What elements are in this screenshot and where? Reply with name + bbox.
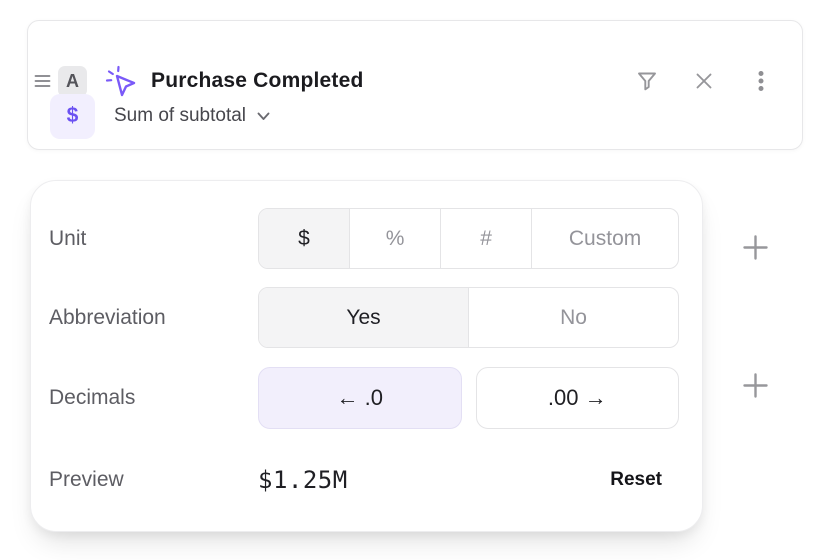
metric-symbol-badge: $	[50, 94, 95, 139]
metric-dropdown[interactable]: Sum of subtotal	[114, 105, 270, 127]
decimals-label: Decimals	[49, 386, 258, 410]
unit-label: Unit	[49, 227, 258, 251]
unit-option-number[interactable]: #	[440, 209, 531, 268]
abbreviation-segmented-control: Yes No	[258, 287, 679, 348]
unit-option-percent[interactable]: %	[349, 209, 440, 268]
event-actions	[634, 68, 774, 94]
decimals-decrease-button[interactable]: ← .0	[258, 367, 462, 429]
abbreviation-label: Abbreviation	[49, 306, 258, 330]
plus-icon	[742, 372, 769, 399]
filter-icon[interactable]	[634, 68, 660, 94]
screen: A Purchase Completed	[0, 0, 826, 560]
reset-button[interactable]: Reset	[610, 469, 662, 491]
decimals-row: Decimals ← .0 .00 →	[49, 367, 679, 429]
event-metric-row: $ Sum of subtotal	[50, 93, 270, 139]
close-icon[interactable]	[691, 68, 717, 94]
unit-option-custom[interactable]: Custom	[531, 209, 678, 268]
plus-icon	[742, 234, 769, 261]
kebab-menu-icon[interactable]	[748, 68, 774, 94]
preview-row: Preview $1.25M Reset	[49, 449, 679, 511]
drag-handle-icon[interactable]	[34, 73, 51, 89]
preview-label: Preview	[49, 468, 258, 492]
format-panel: Unit $ % # Custom Abbreviation Yes No De…	[30, 180, 703, 532]
decimals-increase-button[interactable]: .00 →	[476, 367, 680, 429]
unit-row: Unit $ % # Custom	[49, 208, 679, 269]
add-button-upper[interactable]	[741, 233, 769, 261]
decimals-controls: ← .0 .00 →	[258, 367, 679, 429]
abbreviation-option-no[interactable]: No	[468, 288, 678, 347]
preview-value: $1.25M	[258, 466, 348, 494]
event-title[interactable]: Purchase Completed	[151, 69, 364, 93]
event-card: A Purchase Completed	[27, 20, 803, 150]
abbreviation-option-yes[interactable]: Yes	[259, 288, 468, 347]
metric-label: Sum of subtotal	[114, 105, 246, 127]
add-button-lower[interactable]	[741, 371, 769, 399]
abbreviation-row: Abbreviation Yes No	[49, 287, 679, 348]
unit-segmented-control: $ % # Custom	[258, 208, 679, 269]
chevron-down-icon	[257, 112, 270, 121]
unit-option-currency[interactable]: $	[259, 209, 349, 268]
event-order-badge: A	[58, 66, 87, 97]
